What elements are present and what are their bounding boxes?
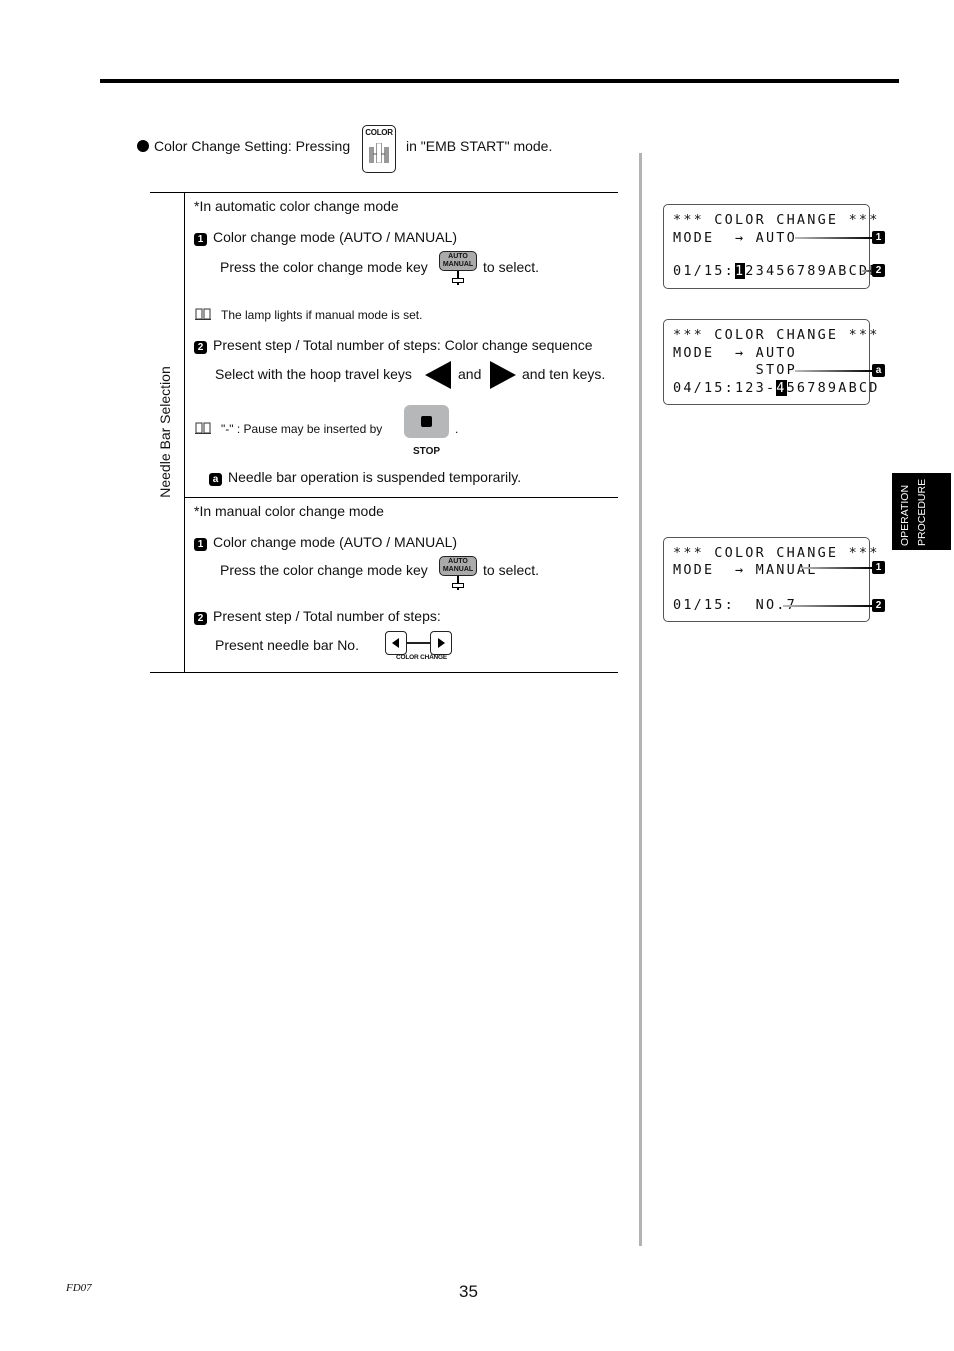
lcd-line-2: MODE → MANUAL <box>673 562 818 578</box>
tab-line-2: PROCEDURE <box>916 478 928 546</box>
note-pause-suffix: . <box>455 422 459 436</box>
book-note-icon <box>195 308 211 320</box>
table-top-border <box>150 192 618 193</box>
needle-bars-icon <box>369 143 389 163</box>
key-line-1: AUTO <box>448 253 468 260</box>
needle-bar-text: Present needle bar No. <box>215 637 359 653</box>
bullet-icon <box>137 140 149 152</box>
callout-1-icon: 1 <box>872 231 885 244</box>
callout-2-icon: 2 <box>872 264 885 277</box>
lcd-cursor: 1 <box>734 263 746 279</box>
color-key-icon: COLOR <box>362 125 396 173</box>
color-change-right-key[interactable] <box>430 631 452 655</box>
auto-press-suffix: to select. <box>483 259 540 275</box>
manual-item-1: 1 Color change mode (AUTO / MANUAL) <box>194 534 457 551</box>
callout-1-icon: 1 <box>872 561 885 574</box>
auto-item-1: 1 Color change mode (AUTO / MANUAL) <box>194 229 457 246</box>
stop-key-label: STOP <box>413 446 441 457</box>
table-bottom-border <box>150 672 618 673</box>
lcd-panel-stop: *** COLOR CHANGE *** MODE → AUTO STOP 04… <box>663 319 877 405</box>
column-divider <box>639 153 642 1246</box>
select-suffix: and ten keys. <box>522 366 606 382</box>
badge-1-icon: 1 <box>194 538 207 551</box>
heading-suffix: in "EMB START" mode. <box>406 138 553 154</box>
manual-item-2: 2 Present step / Total number of steps: <box>194 608 441 625</box>
auto-mode-title: *In automatic color change mode <box>194 198 399 214</box>
key-line-2: MANUAL <box>442 261 474 268</box>
auto-press-prefix: Press the color change mode key <box>220 259 428 275</box>
lcd-panel-manual: *** COLOR CHANGE *** MODE → MANUAL 01/15… <box>663 537 877 622</box>
lcd-line-3: STOP <box>673 362 797 378</box>
leader-line <box>783 605 873 607</box>
lcd-cursor: 4 <box>776 380 787 396</box>
leader-line <box>802 567 873 569</box>
badge-2-icon: 2 <box>194 612 207 625</box>
manual-mode-title: *In manual color change mode <box>194 503 384 519</box>
leader-line <box>795 370 873 372</box>
side-label: Needle Bar Selection <box>157 366 173 498</box>
lcd-line-4: 01/15: NO.7 <box>673 597 797 613</box>
stop-key[interactable] <box>404 405 449 438</box>
manual-press-prefix: Press the color change mode key <box>220 562 428 578</box>
auto-item-a: a Needle bar operation is suspended tempo… <box>209 469 521 486</box>
lcd-line-1: *** COLOR CHANGE *** <box>673 545 880 561</box>
hoop-left-key-icon[interactable] <box>425 361 451 389</box>
badge-1-icon: 1 <box>194 233 207 246</box>
lcd-line-2: MODE → AUTO <box>673 345 797 361</box>
table-column-border <box>184 192 185 673</box>
lamp-icon <box>452 278 464 283</box>
table-row-divider <box>184 497 618 498</box>
key-connector <box>407 642 431 644</box>
select-and: and <box>458 366 482 382</box>
lcd-line-4: 01/15:123456789ABCDE <box>673 263 880 279</box>
lcd-panel-auto: *** COLOR CHANGE *** MODE → AUTO 01/15:1… <box>663 204 877 289</box>
lcd-line-2: MODE → AUTO <box>673 230 797 246</box>
callout-2-icon: 2 <box>872 599 885 612</box>
lcd-line-1: *** COLOR CHANGE *** <box>673 327 880 343</box>
book-note-icon <box>195 422 211 434</box>
badge-2-icon: 2 <box>194 341 207 354</box>
note-lamp: The lamp lights if manual mode is set. <box>195 308 422 322</box>
stop-icon <box>421 416 432 427</box>
tab-line-1: OPERATION <box>899 484 911 546</box>
badge-a-icon: a <box>209 473 222 486</box>
top-rule <box>100 79 899 83</box>
page-number: 35 <box>459 1282 478 1301</box>
arrow-right-icon <box>438 638 445 648</box>
note-pause: "-" : Pause may be inserted by <box>195 422 382 436</box>
key-line-1: AUTO <box>448 558 468 565</box>
footer-code: FD07 <box>66 1282 92 1294</box>
section-tab[interactable]: OPERATION PROCEDURE <box>892 473 951 550</box>
leader-line <box>795 237 873 239</box>
lcd-line-4: 04/15:123-456789ABCD <box>673 380 880 396</box>
lamp-icon <box>452 583 464 588</box>
color-key-label: COLOR <box>365 128 393 137</box>
select-prefix: Select with the hoop travel keys <box>215 366 412 382</box>
manual-press-suffix: to select. <box>483 562 540 578</box>
key-line-2: MANUAL <box>442 566 474 573</box>
hoop-right-key-icon[interactable] <box>490 361 516 389</box>
section-heading: Color Change Setting: Pressing <box>137 138 350 154</box>
arrow-left-icon <box>392 638 399 648</box>
color-change-left-key[interactable] <box>385 631 407 655</box>
color-change-keys <box>385 631 453 655</box>
callout-a-icon: a <box>872 364 885 377</box>
lcd-line-1: *** COLOR CHANGE *** <box>673 212 880 228</box>
color-change-label: COLOR CHANGE <box>396 654 448 661</box>
auto-item-2: 2 Present step / Total number of steps: C… <box>194 337 593 354</box>
